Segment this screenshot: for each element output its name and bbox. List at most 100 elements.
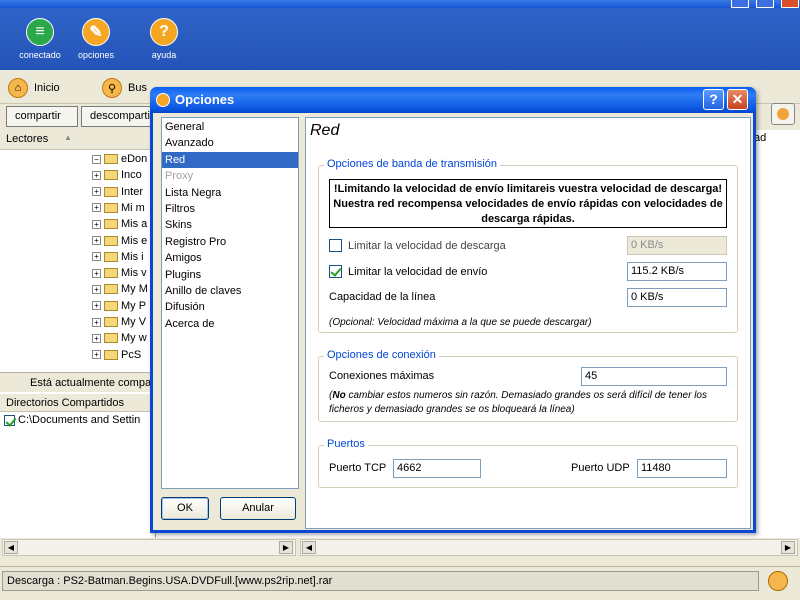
limit-download-row[interactable]: Limitar la velocidad de descarga: [329, 239, 506, 252]
expand-icon[interactable]: +: [92, 301, 101, 311]
scroll-right-arrow-icon[interactable]: ▶: [781, 541, 795, 554]
dialog-close-button[interactable]: ✕: [727, 89, 748, 110]
tree-item[interactable]: + Mis v: [92, 265, 147, 281]
download-status: Descarga : PS2-Batman.Begins.USA.DVDFull…: [2, 571, 759, 591]
category-item[interactable]: Red: [162, 151, 298, 169]
sharing-status-note: Está actualmente compa: [0, 372, 156, 392]
folder-icon: [104, 333, 118, 344]
tree-item[interactable]: + My P: [92, 298, 146, 314]
folder-icon: [104, 317, 118, 327]
right-h-scrollbar[interactable]: ◀ ▶: [300, 539, 798, 556]
tree-item[interactable]: − eDon: [92, 151, 147, 167]
folder-icon: [104, 349, 118, 360]
cancel-button[interactable]: Anular: [220, 497, 296, 520]
close-button[interactable]: [781, 0, 799, 8]
maximize-button[interactable]: [756, 0, 774, 8]
shared-dir-item[interactable]: C:\Documents and Settin: [4, 414, 140, 426]
limit-download-checkbox[interactable]: [329, 239, 342, 252]
limit-upload-input[interactable]: 115.2 KB/s: [627, 262, 727, 281]
expand-icon[interactable]: +: [92, 350, 101, 360]
ok-button[interactable]: OK: [161, 497, 209, 520]
shared-dir-label: C:\Documents and Settin: [18, 414, 141, 426]
app-logo-icon: [156, 93, 170, 107]
limit-download-input[interactable]: 0 KB/s: [627, 236, 727, 255]
category-item[interactable]: Difusión: [162, 299, 298, 315]
tcp-port-row: Puerto TCP: [329, 462, 386, 474]
expand-icon[interactable]: +: [92, 252, 101, 262]
expand-icon[interactable]: +: [92, 170, 101, 180]
tree-item[interactable]: + My w: [92, 330, 147, 346]
tcp-port-label: Puerto TCP: [329, 462, 387, 474]
nav-search[interactable]: ⚲ Bus: [102, 77, 147, 99]
expand-icon[interactable]: −: [92, 154, 101, 164]
expand-icon[interactable]: +: [92, 284, 101, 294]
tcp-port-input[interactable]: 4662: [393, 459, 481, 478]
help-button[interactable]: ? ayuda: [134, 18, 194, 60]
sort-arrow-icon[interactable]: ▲: [64, 133, 72, 142]
category-item[interactable]: Skins: [162, 217, 298, 233]
category-item[interactable]: Plugins: [162, 267, 298, 283]
dialog-help-button[interactable]: ?: [703, 89, 724, 110]
tree-item[interactable]: + My M: [92, 281, 148, 297]
minimize-button[interactable]: [731, 0, 749, 8]
category-item[interactable]: Amigos: [162, 250, 298, 266]
scroll-left-arrow-icon[interactable]: ◀: [302, 541, 316, 554]
unshare-button[interactable]: descompartir: [81, 106, 161, 127]
limit-upload-row[interactable]: Limitar la velocidad de envío: [329, 265, 487, 278]
limit-download-label: Limitar la velocidad de descarga: [348, 239, 506, 252]
nav-home[interactable]: ⌂ Inicio: [8, 77, 60, 99]
bandwidth-note: (Opcional: Velocidad máxima a la que se …: [329, 317, 592, 328]
network-icon: ≡: [26, 18, 54, 46]
tree-item[interactable]: + Inco: [92, 167, 142, 183]
category-item[interactable]: Anillo de claves: [162, 283, 298, 299]
udp-port-input[interactable]: 11480: [637, 459, 727, 478]
refresh-button[interactable]: [771, 103, 795, 125]
bandwidth-legend: Opciones de banda de transmisión: [324, 158, 500, 170]
category-item[interactable]: Registro Pro: [162, 234, 298, 250]
options-label: opciones: [77, 50, 115, 60]
drives-header-label: Lectores: [6, 133, 49, 145]
expand-icon[interactable]: +: [92, 333, 101, 343]
tree-item[interactable]: + Mis a: [92, 216, 147, 232]
category-item[interactable]: Proxy: [162, 168, 298, 184]
options-button[interactable]: ✎ opciones: [66, 18, 126, 60]
category-item[interactable]: Avanzado: [162, 135, 298, 151]
limit-upload-label: Limitar la velocidad de envío: [348, 265, 488, 278]
expand-icon[interactable]: +: [92, 268, 101, 278]
connection-group: Opciones de conexión Conexiones máximas …: [318, 349, 738, 422]
share-button[interactable]: compartir: [6, 106, 78, 127]
expand-icon[interactable]: +: [92, 236, 101, 245]
line-capacity-row: Capacidad de la línea: [329, 291, 435, 303]
tree-item[interactable]: + Mi m: [92, 200, 145, 216]
scroll-right-arrow-icon[interactable]: ▶: [279, 541, 293, 554]
tree-item-label: My V: [121, 316, 147, 328]
scroll-left-arrow-icon[interactable]: ◀: [4, 541, 18, 554]
status-connection-icon[interactable]: [768, 571, 788, 591]
dialog-titlebar[interactable]: Opciones ? ✕: [150, 87, 756, 113]
category-item[interactable]: General: [162, 119, 298, 135]
tree-item[interactable]: + PcS: [92, 347, 141, 363]
category-item[interactable]: Lista Negra: [162, 185, 298, 201]
tree-item[interactable]: + Mis e: [92, 233, 147, 249]
shared-dir-checkbox[interactable]: [4, 414, 15, 426]
tree-item[interactable]: + Inter: [92, 184, 143, 200]
category-list: General Avanzado Red Proxy Lista Negra Filtro…: [161, 117, 299, 489]
line-capacity-input[interactable]: 0 KB/s: [627, 288, 727, 307]
tree-item[interactable]: + Mis i: [92, 249, 144, 265]
drives-header: Lectores ▲: [0, 130, 155, 150]
nav-home-label: Inicio: [34, 82, 60, 94]
left-h-scrollbar[interactable]: ◀ ▶: [2, 539, 296, 556]
connection-note-text: cambiar estos numeros sin razón. Demasia…: [329, 390, 707, 415]
expand-icon[interactable]: +: [92, 187, 101, 197]
expand-icon[interactable]: +: [92, 317, 101, 327]
max-connections-input[interactable]: 45: [581, 367, 727, 386]
category-item[interactable]: Acerca de: [162, 316, 298, 332]
limit-upload-checkbox[interactable]: [329, 265, 342, 278]
category-item[interactable]: Filtros: [162, 201, 298, 217]
tree-item[interactable]: + My V: [92, 314, 146, 330]
status-bar: Descarga : PS2-Batman.Begins.USA.DVDFull…: [0, 566, 800, 600]
expand-icon[interactable]: +: [92, 219, 101, 229]
folder-icon: [104, 251, 118, 262]
connected-button[interactable]: ≡ conectado: [10, 18, 70, 60]
expand-icon[interactable]: +: [92, 203, 101, 213]
